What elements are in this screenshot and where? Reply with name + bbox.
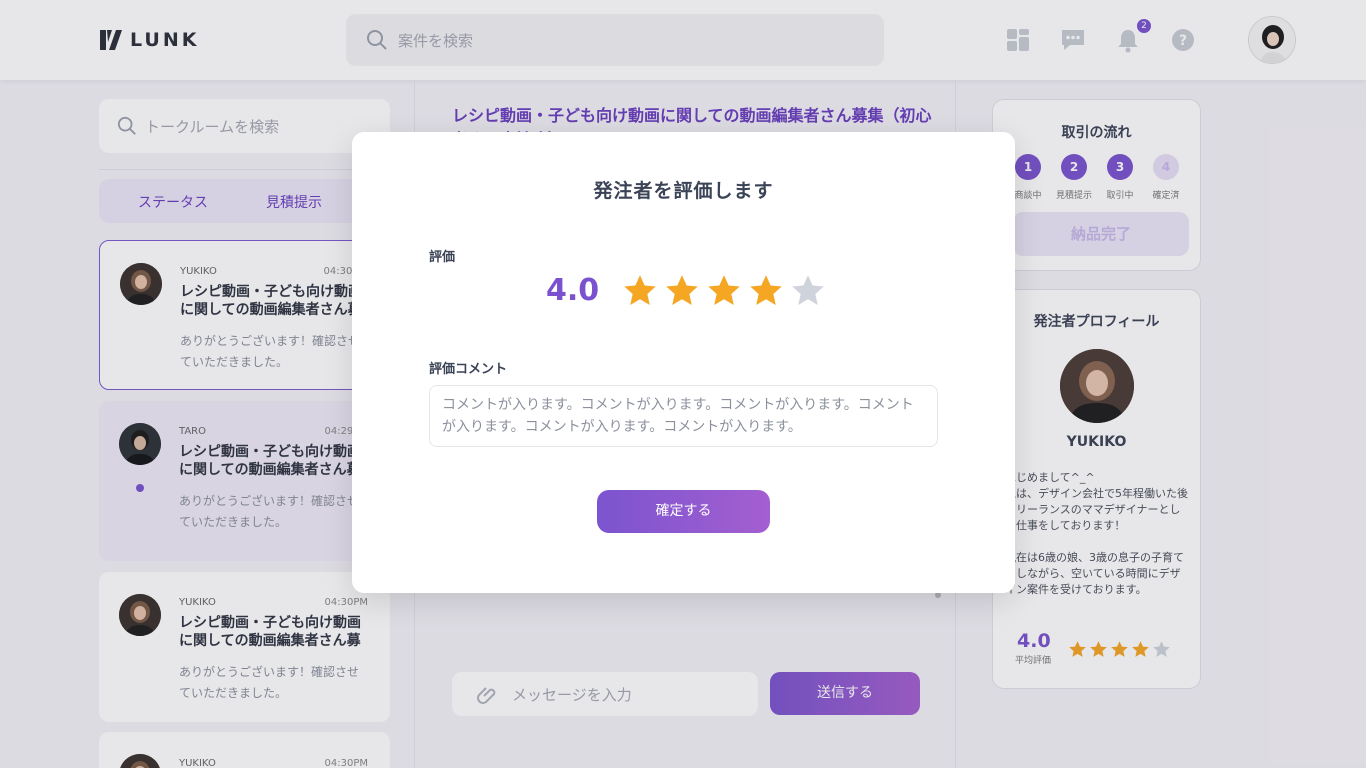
rating-star-selector: [622, 273, 826, 309]
rating-modal: 発注者を評価します 評価 4.0 評価コメント コメントが入ります。コメントが入…: [352, 132, 1015, 593]
rating-label: 評価: [429, 250, 456, 265]
star-icon[interactable]: [706, 273, 742, 309]
star-icon[interactable]: [748, 273, 784, 309]
star-icon[interactable]: [790, 273, 826, 309]
star-icon[interactable]: [664, 273, 700, 309]
modal-title: 発注者を評価します: [593, 180, 774, 202]
comment-textarea[interactable]: コメントが入ります。コメントが入ります。コメントが入ります。コメントが入ります。…: [429, 385, 938, 447]
rating-score: 4.0: [546, 273, 600, 308]
star-icon[interactable]: [622, 273, 658, 309]
confirm-button[interactable]: 確定する: [597, 490, 770, 533]
comment-label: 評価コメント: [429, 362, 508, 377]
